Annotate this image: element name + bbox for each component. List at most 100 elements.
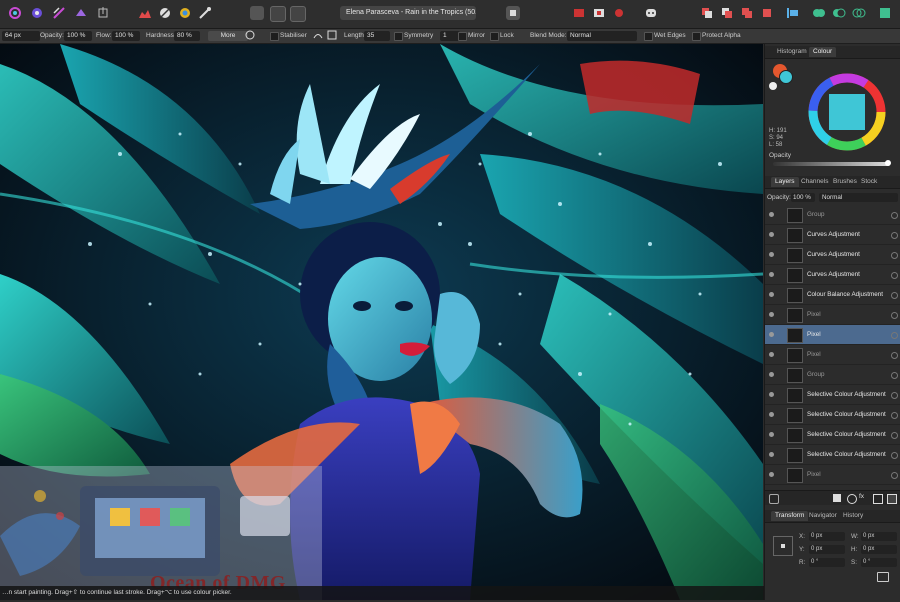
tab-transform[interactable]: Transform (771, 511, 809, 521)
colour-opacity-slider-handle[interactable] (885, 160, 891, 166)
photo-persona-icon[interactable] (30, 6, 44, 20)
layer-visibility-icon[interactable] (891, 412, 898, 419)
arrange-forward-icon[interactable] (720, 6, 734, 20)
colour-opacity-slider[interactable] (773, 162, 889, 166)
colour-wheel-icon[interactable] (178, 6, 192, 20)
layer-row[interactable]: Selective Colour Adjustment (765, 385, 900, 405)
layer-visibility-icon[interactable] (891, 272, 898, 279)
more-button[interactable]: More (208, 31, 248, 41)
layer-row[interactable]: Colour Balance Adjustment (765, 285, 900, 305)
flow-field[interactable]: 100 % (112, 31, 140, 41)
w-field[interactable]: 0 px (861, 532, 897, 541)
select-marquee-icon[interactable] (270, 6, 286, 22)
tab-histogram[interactable]: Histogram (773, 47, 811, 57)
layer-row[interactable]: Pixel (765, 305, 900, 325)
opacity-field[interactable]: 100 % (64, 31, 92, 41)
length-field[interactable]: 35 (364, 31, 390, 41)
layer-row[interactable]: Pixel (765, 325, 900, 345)
r-field[interactable]: 0 ° (809, 558, 845, 567)
tab-history[interactable]: History (839, 511, 867, 521)
layer-expand-icon[interactable] (769, 232, 774, 237)
layer-expand-icon[interactable] (769, 352, 774, 357)
anchor-selector[interactable] (773, 536, 793, 556)
app-menu-icon[interactable] (8, 6, 22, 20)
arrange-front-icon[interactable] (760, 6, 774, 20)
transform-lock-icon[interactable] (877, 572, 889, 582)
rope-mode-icon[interactable] (312, 29, 324, 41)
layer-visibility-icon[interactable] (891, 352, 898, 359)
auto-adjust-icon[interactable] (198, 6, 212, 20)
develop-persona-icon[interactable] (74, 6, 88, 20)
layer-expand-icon[interactable] (769, 432, 774, 437)
boolean-subtract-icon[interactable] (832, 6, 846, 20)
layer-visibility-icon[interactable] (891, 472, 898, 479)
boolean-add-icon[interactable] (812, 6, 826, 20)
arrange-back-icon[interactable] (740, 6, 754, 20)
layer-expand-icon[interactable] (769, 372, 774, 377)
brush-size-field[interactable]: 64 px (2, 31, 40, 41)
layer-row[interactable]: Group (765, 205, 900, 225)
liquify-persona-icon[interactable] (52, 6, 66, 20)
tab-navigator[interactable]: Navigator (805, 511, 841, 521)
symmetry-checkbox[interactable] (394, 32, 403, 41)
selection-mode-icon[interactable] (250, 6, 264, 20)
add-layer-icon[interactable] (873, 494, 883, 504)
layer-visibility-icon[interactable] (891, 212, 898, 219)
layer-visibility-icon[interactable] (891, 452, 898, 459)
export-persona-icon[interactable] (96, 6, 110, 20)
wet-edges-checkbox[interactable] (644, 32, 653, 41)
layer-visibility-icon[interactable] (891, 392, 898, 399)
layer-expand-icon[interactable] (769, 252, 774, 257)
snapping-icon[interactable] (572, 6, 586, 20)
h-field[interactable]: 0 px (861, 545, 897, 554)
s-field[interactable]: 0 ° (861, 558, 897, 567)
lock-checkbox[interactable] (490, 32, 499, 41)
layer-visibility-icon[interactable] (891, 252, 898, 259)
fx-icon[interactable]: fx (859, 493, 864, 500)
layer-expand-icon[interactable] (769, 332, 774, 337)
layer-expand-icon[interactable] (769, 272, 774, 277)
layer-expand-icon[interactable] (769, 472, 774, 477)
boolean-intersect-icon[interactable] (852, 6, 866, 20)
view-mode-icon[interactable] (506, 6, 520, 20)
y-field[interactable]: 0 px (809, 545, 845, 554)
mirror-checkbox[interactable] (458, 32, 467, 41)
white-balance-icon[interactable] (158, 6, 172, 20)
refine-icon[interactable] (612, 6, 626, 20)
layer-expand-icon[interactable] (769, 452, 774, 457)
layer-visibility-icon[interactable] (891, 432, 898, 439)
window-mode-icon[interactable] (326, 29, 338, 41)
layer-visibility-icon[interactable] (891, 232, 898, 239)
assistant-icon[interactable] (644, 6, 658, 20)
select-ellipse-icon[interactable] (290, 6, 306, 22)
layer-expand-icon[interactable] (769, 392, 774, 397)
tab-stock[interactable]: Stock (857, 177, 881, 187)
symmetry-field[interactable]: 1 (440, 31, 460, 41)
arrange-icon[interactable] (700, 6, 714, 20)
layer-row[interactable]: Pixel (765, 345, 900, 365)
reset-colour-icon[interactable] (769, 82, 777, 90)
mask-layer-icon[interactable] (833, 494, 841, 502)
layer-visibility-icon[interactable] (891, 332, 898, 339)
hardness-field[interactable]: 80 % (174, 31, 200, 41)
layer-expand-icon[interactable] (769, 412, 774, 417)
layer-row[interactable]: Pixel (765, 465, 900, 485)
layer-row[interactable]: Selective Colour Adjustment (765, 405, 900, 425)
secondary-colour-swatch[interactable] (779, 70, 793, 84)
adjustment-layer-icon[interactable] (847, 494, 857, 504)
brush-icon[interactable] (244, 29, 256, 41)
colour-wheel[interactable] (807, 72, 887, 152)
tab-channels[interactable]: Channels (797, 177, 832, 187)
layer-row[interactable]: Curves Adjustment (765, 225, 900, 245)
protect-alpha-checkbox[interactable] (692, 32, 701, 41)
boolean-divide-icon[interactable] (878, 6, 892, 20)
delete-layer-icon[interactable] (887, 494, 897, 504)
document-title[interactable]: Elena Parasceva - Rain in the Tropics (5… (340, 6, 476, 20)
layer-row[interactable]: Selective Colour Adjustment (765, 445, 900, 465)
levels-icon[interactable] (138, 6, 152, 20)
layer-blend-select[interactable]: Normal (819, 193, 898, 202)
layer-visibility-icon[interactable] (891, 292, 898, 299)
layer-expand-icon[interactable] (769, 212, 774, 217)
tab-colour[interactable]: Colour (809, 47, 837, 57)
layer-options-icon[interactable] (769, 494, 779, 504)
